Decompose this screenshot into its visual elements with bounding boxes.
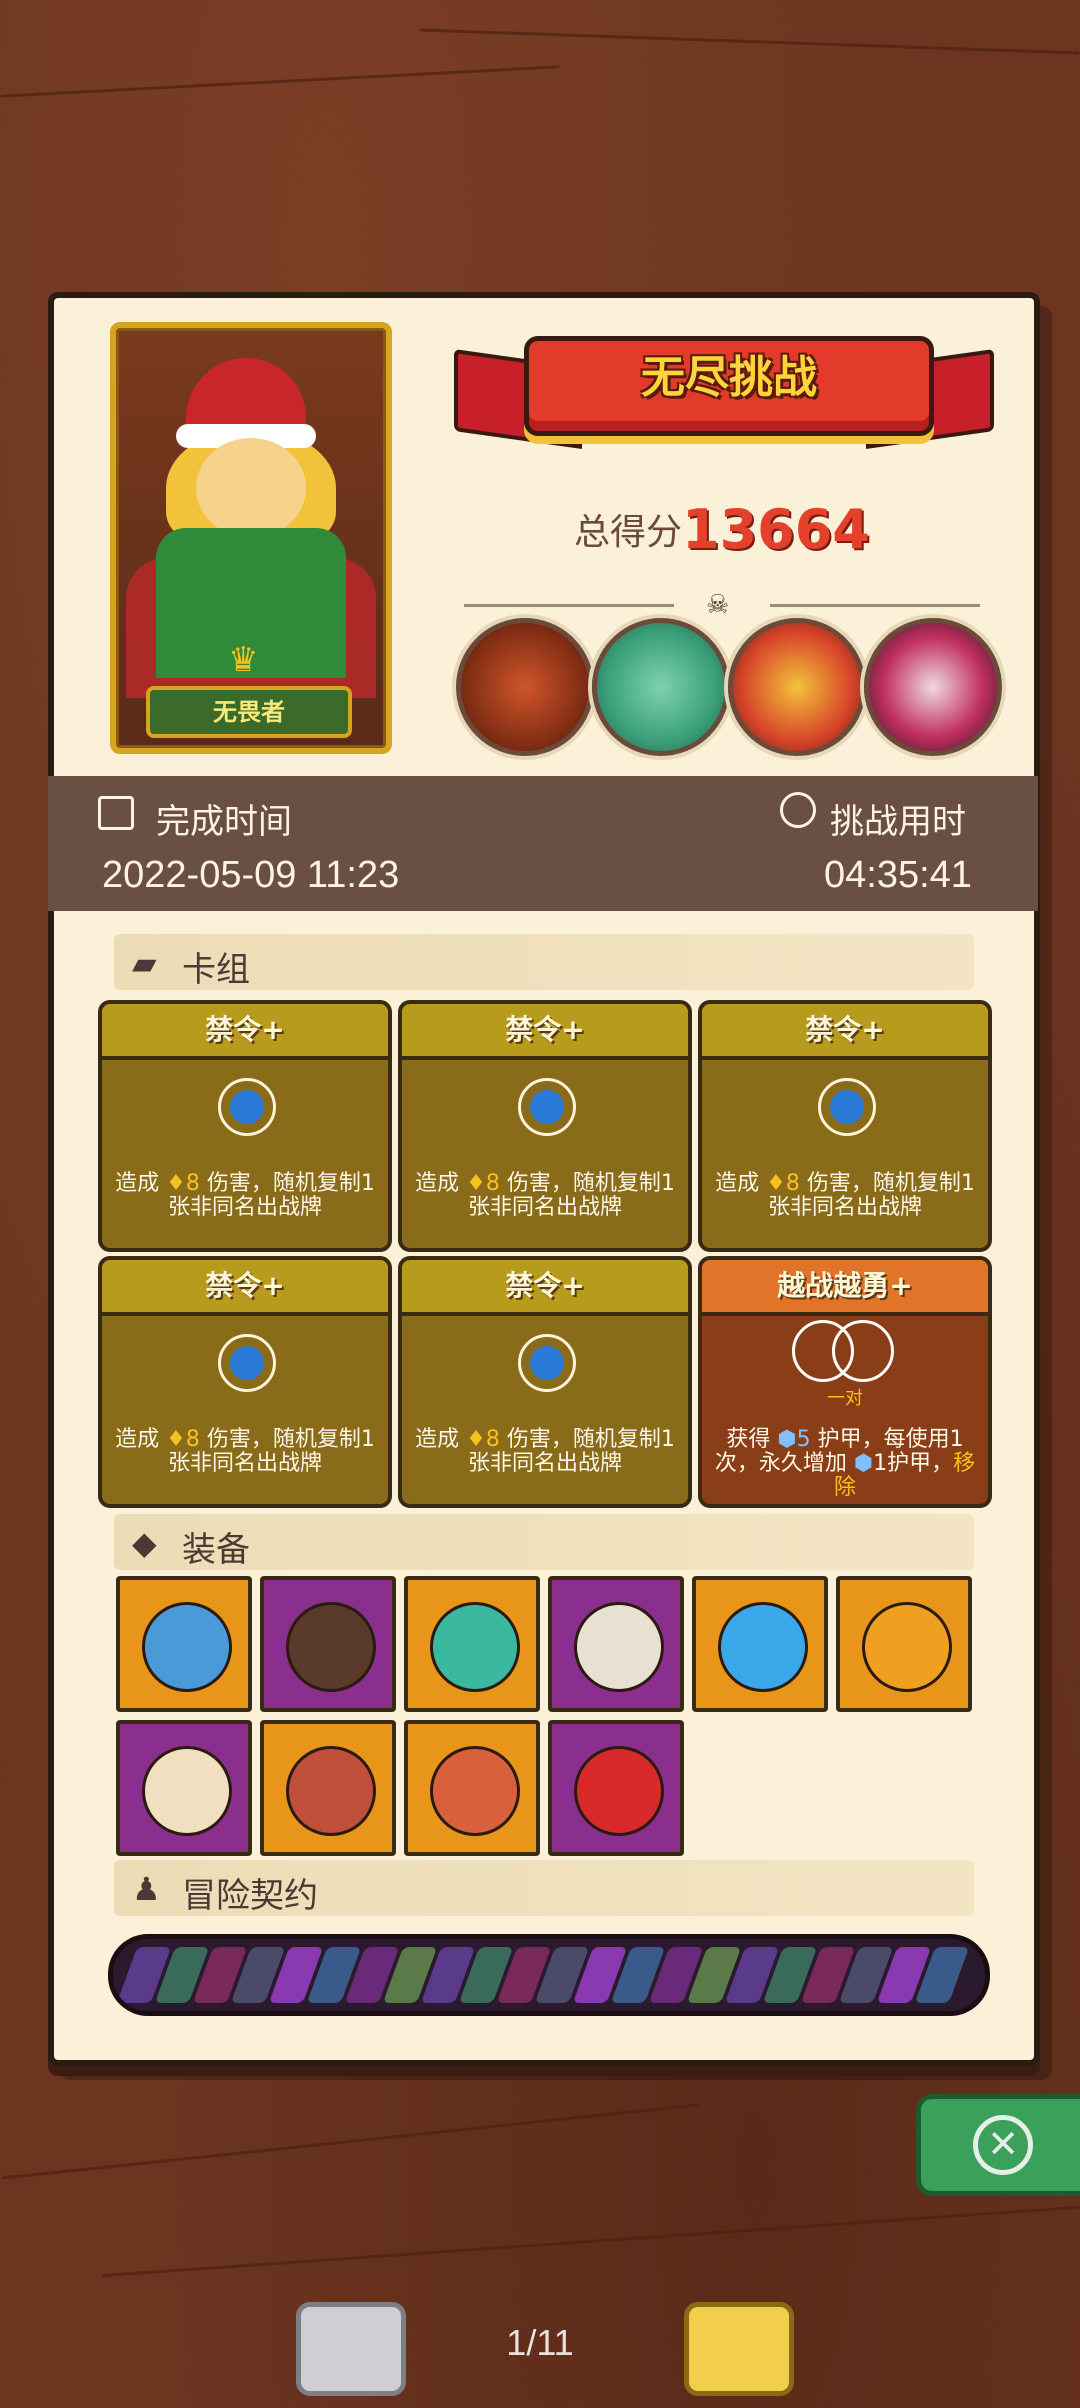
finish-time-value: 2022-05-09 11:23 [102,854,400,896]
card-subtitle: 一对 [827,1388,863,1409]
total-score: 总得分13664 [574,498,870,561]
deck-card[interactable]: 禁令+ 造成 ♦8 伤害，随机复制1张非同名出战牌 [98,1256,392,1508]
deck-card[interactable]: 禁令+ 造成 ♦8 伤害，随机复制1张非同名出战牌 [398,1256,692,1508]
boss-divider: ☠ [444,590,1000,620]
card-description: 造成 ♦8 伤害，随机复制1张非同名出战牌 [415,1171,675,1220]
flame-crystal-icon[interactable] [404,1576,540,1712]
card-name: 越战越勇+ [777,1269,913,1302]
card-description: 获得 ⬢5 护甲，每使用1次，永久增加 ⬢1护甲，移除 [714,1427,976,1500]
card-description: 造成 ♦8 伤害，随机复制1张非同名出战牌 [415,1427,675,1476]
potion-icon[interactable] [548,1720,684,1856]
card-effect-icon [518,1078,576,1136]
deck-card[interactable]: 禁令+ 造成 ♦8 伤害，随机复制1张非同名出战牌 [698,1000,992,1252]
score-label: 总得分 [574,512,683,553]
deck-title: 卡组 [182,950,250,990]
close-button[interactable]: ✕ [916,2094,1080,2196]
card-effect-icon [818,1078,876,1136]
equipment-title: 装备 [182,1530,250,1570]
equipment-header: ◆ 装备 [114,1514,974,1570]
calendar-icon [98,796,134,830]
next-page-button[interactable] [684,2302,794,2396]
deck-header: ▰ 卡组 [114,934,974,990]
finish-time-label: 完成时间 [156,802,292,842]
boss-mask-icon [728,618,866,756]
wood-grain [0,65,560,98]
crown-icon: ♛ [228,640,259,680]
mode-title: 无尽挑战 [641,352,817,403]
contract-title: 冒险契约 [182,1876,318,1916]
score-value: 13664 [682,498,870,561]
mirror-icon[interactable] [548,1576,684,1712]
card-name: 禁令+ [205,1013,285,1046]
info-bar: 完成时间 2022-05-09 11:23 挑战用时 04:35:41 [48,776,1038,911]
boss-cyclops-icon [456,618,594,756]
deck-card[interactable]: 禁令+ 造成 ♦8 伤害，随机复制1张非同名出战牌 [398,1000,692,1252]
page-indicator: 1/11 [506,2322,574,2363]
ice-dice-icon[interactable] [692,1576,828,1712]
contract-icon: ♟ [132,1870,161,1908]
spiked-dice-icon[interactable] [116,1720,252,1856]
pair-icon [792,1320,894,1382]
character-name: 无畏者 [146,686,352,738]
stopwatch-icon [780,792,816,828]
card-description: 造成 ♦8 伤害，随机复制1张非同名出战牌 [115,1427,375,1476]
wood-grain [101,2205,1079,2278]
card-name: 禁令+ [505,1013,585,1046]
pie-icon[interactable] [260,1720,396,1856]
wood-grain [1,2103,699,2180]
result-panel: ♛ 无畏者 无尽挑战 总得分13664 ☠ 完成时间 2022-05-09 11… [48,292,1040,2066]
cards-icon: ▰ [132,944,157,982]
duration-value: 04:35:41 [824,854,972,896]
cube-icon: ◆ [132,1524,157,1562]
card-effect-icon [218,1334,276,1392]
mushroom-icon[interactable] [116,1576,252,1712]
skull-icon: ☠ [706,590,730,620]
duration-label: 挑战用时 [830,802,966,842]
contract-strip[interactable] [108,1934,990,2016]
card-name: 禁令+ [205,1269,285,1302]
contract-header: ♟ 冒险契约 [114,1860,974,1916]
boss-dragon-icon [592,618,730,756]
character-portrait: ♛ 无畏者 [110,322,392,754]
card-name: 禁令+ [505,1269,585,1302]
mode-banner: 无尽挑战 [454,328,994,449]
card-effect-icon [218,1078,276,1136]
card-description: 造成 ♦8 伤害，随机复制1张非同名出战牌 [115,1171,375,1220]
fire-dice-icon[interactable] [836,1576,972,1712]
button-icon[interactable] [260,1576,396,1712]
wood-grain [420,28,1080,55]
prev-page-button[interactable] [296,2302,406,2396]
close-icon: ✕ [973,2115,1033,2175]
card-name: 禁令+ [805,1013,885,1046]
meat-icon[interactable] [404,1720,540,1856]
card-description: 造成 ♦8 伤害，随机复制1张非同名出战牌 [715,1171,975,1220]
card-effect-icon [518,1334,576,1392]
deck-card[interactable]: 越战越勇+ 一对 获得 ⬢5 护甲，每使用1次，永久增加 ⬢1护甲，移除 [698,1256,992,1508]
deck-card[interactable]: 禁令+ 造成 ♦8 伤害，随机复制1张非同名出战牌 [98,1000,392,1252]
boss-vampire-icon [864,618,1002,756]
